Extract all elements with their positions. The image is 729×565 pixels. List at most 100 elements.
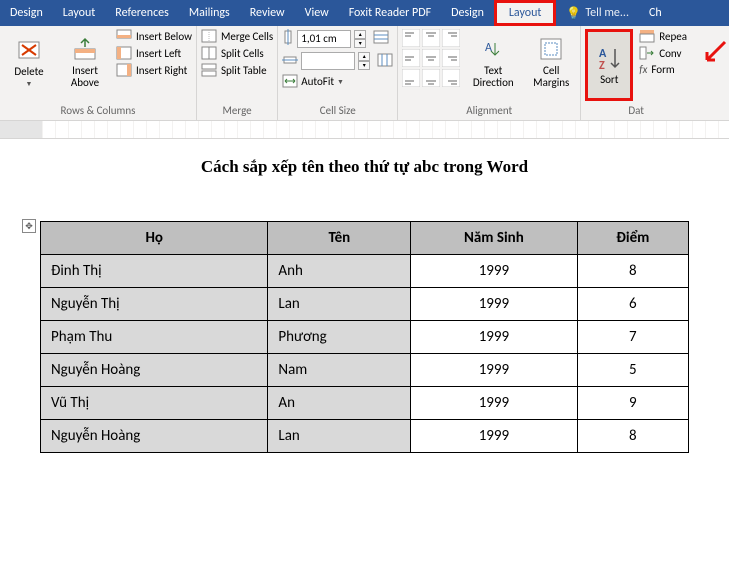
table-row[interactable]: Đinh ThịAnh19998 [41,255,689,288]
insert-right-icon [116,63,132,77]
page-title: Cách sắp xếp tên theo thứ tự abc trong W… [40,157,689,177]
distribute-cols-icon[interactable] [377,53,393,70]
table-row[interactable]: Nguyễn HoàngNam19995 [41,354,689,387]
table-cell[interactable]: Nguyễn Thị [41,288,268,321]
table-cell[interactable]: Anh [268,255,411,288]
table-cell[interactable]: Phạm Thu [41,321,268,354]
align-bl-icon[interactable] [402,69,420,87]
align-tr-icon[interactable] [442,29,460,47]
table-cell[interactable]: Đinh Thị [41,255,268,288]
delete-icon [15,36,43,64]
tab-overflow[interactable]: Ch [639,0,672,26]
table-header[interactable]: Họ [41,222,268,255]
table-cell[interactable]: Phương [268,321,411,354]
table-row[interactable]: Phạm ThuPhương19997 [41,321,689,354]
table-cell[interactable]: An [268,387,411,420]
table-cell[interactable]: 1999 [411,255,577,288]
svg-text:A: A [485,41,492,55]
tab-foxit[interactable]: Foxit Reader PDF [339,0,441,26]
tab-mailings[interactable]: Mailings [179,0,240,26]
align-br-icon[interactable] [442,69,460,87]
split-table-button[interactable]: Split Table [201,63,273,77]
tab-design[interactable]: Design [0,0,53,26]
convert-button[interactable]: Conv [639,46,687,60]
align-mr-icon[interactable] [442,49,460,67]
spin-up[interactable]: ▴ [354,30,366,39]
table-cell[interactable]: 1999 [411,354,577,387]
table-cell[interactable]: Vũ Thị [41,387,268,420]
text-direction-button[interactable]: A Text Direction [466,29,520,95]
tellme-label: Tell me... [585,6,629,20]
table-row[interactable]: Nguyễn HoàngLan19998 [41,420,689,453]
table-cell[interactable]: 1999 [411,288,577,321]
merge-cells-button[interactable]: Merge Cells [201,29,273,43]
insert-right-button[interactable]: Insert Right [116,63,192,77]
insert-below-button[interactable]: Insert Below [116,29,192,43]
align-tc-icon[interactable] [422,29,440,47]
caret-icon: ▼ [337,77,344,86]
insert-left-button[interactable]: Insert Left [116,46,192,60]
table-header[interactable]: Điểm [577,222,688,255]
table-header[interactable]: Tên [268,222,411,255]
data-label: Dat [585,104,687,119]
tab-table-layout[interactable]: Layout [494,0,557,26]
spin-down2[interactable]: ▾ [358,61,370,70]
table-cell[interactable]: Nguyễn Hoàng [41,420,268,453]
tab-layout[interactable]: Layout [53,0,106,26]
align-tl-icon[interactable] [402,29,420,47]
tab-references[interactable]: References [105,0,179,26]
horizontal-ruler[interactable] [0,121,729,139]
repeat-header-button[interactable]: Repea [639,29,687,43]
table-cell[interactable]: Nam [268,354,411,387]
table-cell[interactable]: 1999 [411,321,577,354]
formula-label: Form [651,63,674,76]
align-ml-icon[interactable] [402,49,420,67]
table-cell[interactable]: 1999 [411,387,577,420]
table-cell[interactable]: 5 [577,354,688,387]
table-cell[interactable]: 6 [577,288,688,321]
spin-down[interactable]: ▾ [354,39,366,48]
alignment-grid[interactable] [402,29,460,87]
insert-left-label: Insert Left [136,47,181,60]
table-cell[interactable]: 1999 [411,420,577,453]
table-cell[interactable]: Lan [268,420,411,453]
table-header[interactable]: Năm Sinh [411,222,577,255]
table-cell[interactable]: Nguyễn Hoàng [41,354,268,387]
table-row[interactable]: Vũ ThịAn19999 [41,387,689,420]
table-cell[interactable]: 8 [577,255,688,288]
sort-button[interactable]: AZ Sort [588,32,630,98]
text-direction-icon: A [479,35,507,63]
spin-up2[interactable]: ▴ [358,52,370,61]
tab-view[interactable]: View [295,0,339,26]
insert-above-label: Insert Above [60,65,110,89]
data-table[interactable]: HọTênNăm SinhĐiểm Đinh ThịAnh19998Nguyễn… [40,221,689,453]
delete-label: Delete [14,66,43,78]
rows-cols-label: Rows & Columns [4,104,192,119]
table-cell[interactable]: 9 [577,387,688,420]
col-width-input[interactable] [301,52,355,70]
row-height-input[interactable]: 1,01 cm [297,30,351,48]
align-bc-icon[interactable] [422,69,440,87]
split-cells-icon [201,46,217,60]
align-mc-icon[interactable] [422,49,440,67]
table-move-handle[interactable]: ✥ [22,219,36,233]
formula-button[interactable]: fxForm [639,63,687,76]
merge-label: Merge [201,104,273,119]
delete-button[interactable]: Delete ▼ [4,29,54,95]
insert-above-button[interactable]: Insert Above [60,29,110,95]
tab-review[interactable]: Review [240,0,295,26]
table-cell[interactable]: 8 [577,420,688,453]
cell-margins-label: Cell Margins [526,65,576,89]
autofit-button[interactable]: AutoFit ▼ [282,74,344,88]
table-row[interactable]: Nguyễn ThịLan19996 [41,288,689,321]
document-page: Cách sắp xếp tên theo thứ tự abc trong W… [0,139,729,565]
merge-cells-label: Merge Cells [221,30,273,43]
tab-tellme[interactable]: 💡Tell me... [556,0,639,26]
split-cells-button[interactable]: Split Cells [201,46,273,60]
table-cell[interactable]: Lan [268,288,411,321]
tab-table-design[interactable]: Design [441,0,494,26]
table-cell[interactable]: 7 [577,321,688,354]
cell-margins-button[interactable]: Cell Margins [526,29,576,95]
distribute-rows-icon[interactable] [373,30,389,47]
group-merge: Merge Cells Split Cells Split Table Merg… [197,26,278,120]
